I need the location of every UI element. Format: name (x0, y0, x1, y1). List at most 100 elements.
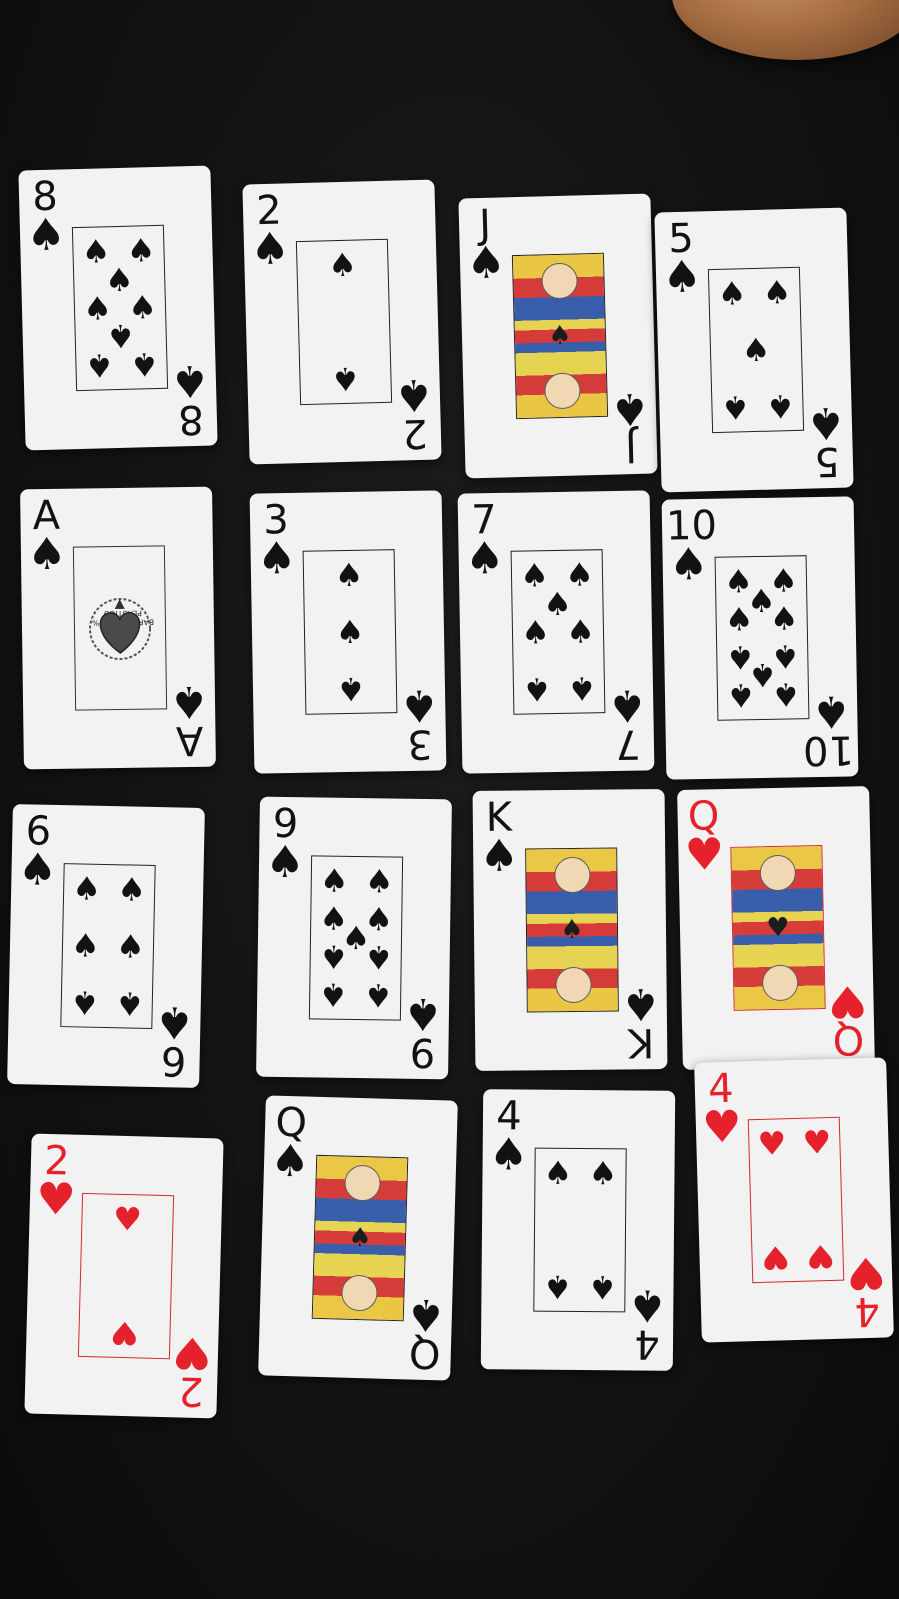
spade-icon: ♠ (26, 528, 68, 581)
spade-pip-icon: ♠ (717, 274, 747, 314)
card-center-frame: ♠ ♠ ♠ ♠ ♠ ♠ ♠ ♠ (71, 224, 169, 392)
spade-pip-icon: ♠ (363, 975, 393, 1015)
heart-pip-icon: ♥ (757, 1124, 787, 1164)
heart-icon: ♥ (684, 829, 725, 881)
playing-card[interactable]: J ♠ J ♠ ♠ (458, 193, 658, 479)
heart-pip-icon: ♥ (109, 1313, 140, 1353)
spade-pip-icon: ♠ (115, 927, 146, 966)
card-index-bottom: 2 ♥ (168, 1326, 214, 1414)
playing-card[interactable]: A♠ A♠BARALHO 100% PLÁSTICO (20, 486, 216, 770)
card-center-frame: ♠ ♠ ♠ ♠ ♠ ♠ ♠ ♠ ♠ (308, 855, 404, 1021)
spade-icon: ♠ (479, 830, 520, 882)
heart-pip-icon: ♥ (760, 1237, 790, 1277)
heart-pip-icon: ♥ (112, 1199, 143, 1239)
playing-card[interactable]: 3 ♠ 3 ♠ ♠ ♠ ♠ (249, 490, 447, 774)
heart-icon: ♥ (35, 1173, 77, 1226)
card-index-top: 3 ♠ (254, 497, 299, 585)
spade-icon: ♠ (169, 354, 211, 407)
spade-pip-icon: ♠ (364, 862, 394, 901)
spade-icon: ♠ (464, 532, 505, 585)
card-index-top: 2 ♠ (247, 188, 293, 276)
wooden-round-object (672, 0, 899, 60)
playing-card[interactable]: 4 ♠ 4 ♠ ♠ ♠ ♠ ♠ (480, 1089, 676, 1371)
spade-icon: ♠ (154, 996, 195, 1048)
playing-card[interactable]: 9 ♠ 9 ♠ ♠ ♠ ♠ ♠ ♠ ♠ ♠ ♠ ♠ (256, 796, 452, 1080)
playing-card[interactable]: Q ♠ Q ♠ ♠ (258, 1095, 458, 1381)
card-center-frame: BARALHO 100% PLÁSTICO (72, 545, 168, 711)
spade-pip-icon: ♠ (334, 556, 364, 595)
spade-icon: ♠ (269, 1135, 311, 1188)
heart-pip-icon: ♥ (802, 1123, 832, 1163)
card-table: 8♠8♠♠♠♠♠♠♠♠♠2♠2♠♠♠J♠J♠♠5♠5♠♠♠♠♠♠A♠A♠BARA… (0, 0, 899, 1599)
card-center-frame: ♠ ♠ ♠ ♠ ♠ ♠ (60, 863, 156, 1029)
spade-icon: ♠ (465, 237, 507, 290)
court-figure-icon: ♠ (312, 1155, 408, 1321)
card-center-frame: ♠ ♠ ♠ (302, 549, 398, 715)
card-index-bottom: 4 ♠ (625, 1279, 670, 1366)
spade-pip-icon: ♠ (318, 937, 348, 977)
card-center-frame: ♠ (511, 252, 609, 420)
spade-pip-icon: ♠ (566, 669, 597, 708)
heart-icon: ♥ (171, 1326, 213, 1379)
playing-card[interactable]: 7 ♠ 7 ♠ ♠ ♠ ♠ ♠ ♠ ♠ ♠ (457, 490, 655, 774)
card-index-top: 5 ♠ (659, 216, 705, 304)
card-index-top: 6 ♠ (15, 808, 61, 896)
spade-pip-icon: ♠ (724, 599, 754, 639)
card-index-top: 10 ♠ (666, 503, 718, 591)
spade-icon: ♠ (668, 538, 709, 591)
spade-icon: ♠ (256, 532, 297, 585)
card-center-frame: ♥ (730, 845, 826, 1011)
spade-pip-icon: ♠ (543, 1153, 573, 1193)
spade-icon: ♠ (627, 1279, 668, 1331)
spade-pip-icon: ♠ (116, 870, 147, 910)
card-center-frame: ♥ ♥ ♥ ♥ (747, 1116, 845, 1284)
spade-pip-icon: ♠ (565, 612, 596, 651)
card-index-bottom: 5 ♠ (803, 397, 849, 485)
spade-icon: ♠ (168, 675, 210, 728)
card-index-bottom: 9 ♠ (400, 988, 445, 1075)
spade-icon: ♠ (17, 844, 58, 896)
card-center-frame: ♥ ♥ (77, 1192, 175, 1360)
spade-icon: ♠ (661, 251, 703, 304)
court-figure-icon: ♠ (526, 848, 618, 1012)
heart-icon: ♥ (701, 1101, 743, 1154)
playing-card[interactable]: 2 ♠ 2 ♠ ♠ ♠ (242, 179, 442, 465)
playing-card[interactable]: 6 ♠ 6 ♠ ♠ ♠ ♠ ♠ ♠ ♠ (7, 804, 205, 1088)
spade-icon: ♠ (620, 978, 661, 1030)
playing-card[interactable]: 5 ♠ 5 ♠ ♠ ♠ ♠ ♠ ♠ (654, 207, 854, 493)
spade-icon: ♠ (264, 836, 306, 889)
card-index-top: J ♠ (463, 202, 509, 290)
spade-pip-icon: ♠ (762, 273, 792, 313)
court-figure-icon: ♥ (731, 846, 825, 1010)
playing-card[interactable]: 8 ♠ 8 ♠ ♠ ♠ ♠ ♠ ♠ ♠ ♠ ♠ (18, 165, 218, 451)
spade-pip-icon: ♠ (70, 926, 101, 965)
spade-pip-icon: ♠ (363, 938, 393, 977)
card-index-top: 8 ♠ (23, 174, 69, 262)
card-index-bottom: K ♠ (619, 978, 664, 1065)
heart-icon: ♥ (827, 975, 868, 1027)
card-index-bottom: Q ♥ (825, 975, 871, 1063)
spade-pip-icon: ♠ (71, 869, 102, 909)
spade-icon: ♠ (488, 1129, 529, 1181)
playing-card[interactable]: 2 ♥ 2 ♥ ♥ ♥ (24, 1133, 224, 1419)
spade-pip-icon: ♠ (336, 669, 366, 708)
playing-card[interactable]: Q ♥ Q ♥ ♥ (677, 786, 875, 1070)
playing-card[interactable]: 4 ♥ 4 ♥ ♥ ♥ ♥ ♥ (694, 1057, 894, 1343)
playing-card[interactable]: K ♠ K ♠ ♠ (472, 789, 668, 1071)
spade-pip-icon: ♠ (69, 982, 100, 1022)
spade-pip-icon: ♠ (769, 598, 799, 638)
card-index-bottom: 7 ♠ (605, 679, 650, 767)
card-index-top: Q ♠ (268, 1100, 314, 1188)
spade-icon: ♠ (249, 223, 291, 276)
spade-icon: ♠ (609, 382, 651, 435)
spade-pip-icon: ♠ (741, 330, 771, 370)
card-index-bottom: Q ♠ (402, 1288, 448, 1376)
spade-pip-icon: ♠ (330, 359, 361, 398)
card-index-top: 2 ♥ (33, 1138, 79, 1226)
card-index-bottom: A ♠ (167, 675, 212, 763)
playing-card[interactable]: 10 ♠ 10 ♠ ♠ ♠ ♠ ♠ ♠ ♠ ♠ ♠ ♠ ♠ (661, 496, 859, 780)
card-center-frame: ♠ ♠ (295, 238, 393, 406)
spade-icon: ♠ (405, 1288, 447, 1341)
spade-pip-icon: ♠ (319, 861, 349, 901)
court-figure-icon: ♠ (512, 253, 608, 419)
